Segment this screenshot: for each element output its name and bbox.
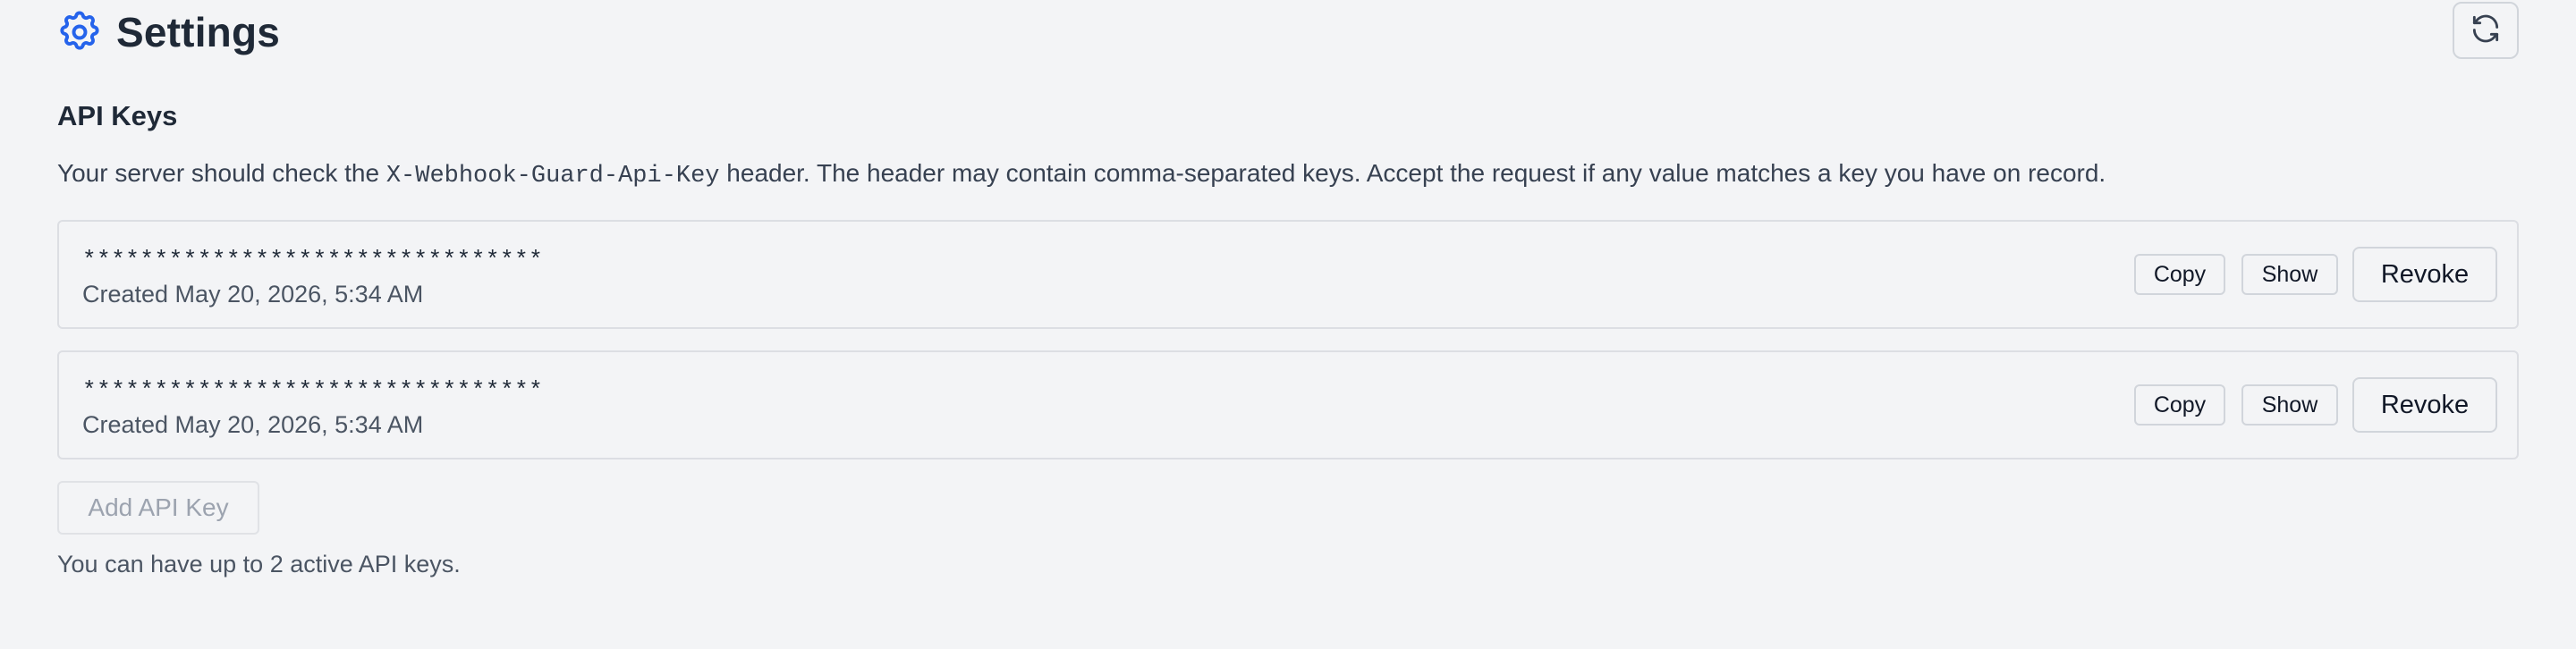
api-key-row: ******************************** Created… [57, 350, 2519, 459]
show-button[interactable]: Show [2241, 254, 2338, 295]
refresh-button[interactable] [2453, 2, 2519, 59]
api-keys-heading: API Keys [57, 100, 178, 131]
description-text-start: Your server should check the [57, 159, 386, 187]
gear-icon [55, 8, 104, 56]
show-button[interactable]: Show [2241, 384, 2338, 426]
page-header: Settings [55, 4, 280, 61]
header-name-code: X-Webhook-Guard-Api-Key [386, 163, 720, 190]
revoke-button[interactable]: Revoke [2352, 247, 2497, 302]
api-key-row: ******************************** Created… [57, 220, 2519, 329]
api-keys-description: Your server should check the X-Webhook-G… [57, 159, 2106, 190]
add-api-key-button[interactable]: Add API Key [57, 481, 259, 535]
description-text-end: header. The header may contain comma-sep… [719, 159, 2106, 187]
api-key-masked-value: ******************************** [82, 377, 544, 404]
api-key-limit-note: You can have up to 2 active API keys. [57, 551, 461, 577]
settings-page: Settings API Keys Your server should che… [0, 0, 2576, 649]
api-key-created-date: Created May 20, 2026, 5:34 AM [82, 411, 424, 438]
api-key-masked-value: ******************************** [82, 247, 544, 274]
revoke-button[interactable]: Revoke [2352, 377, 2497, 433]
page-title: Settings [116, 9, 281, 55]
copy-button[interactable]: Copy [2134, 254, 2225, 295]
copy-button[interactable]: Copy [2134, 384, 2225, 426]
api-key-created-date: Created May 20, 2026, 5:34 AM [82, 281, 424, 308]
refresh-icon [2469, 12, 2503, 50]
